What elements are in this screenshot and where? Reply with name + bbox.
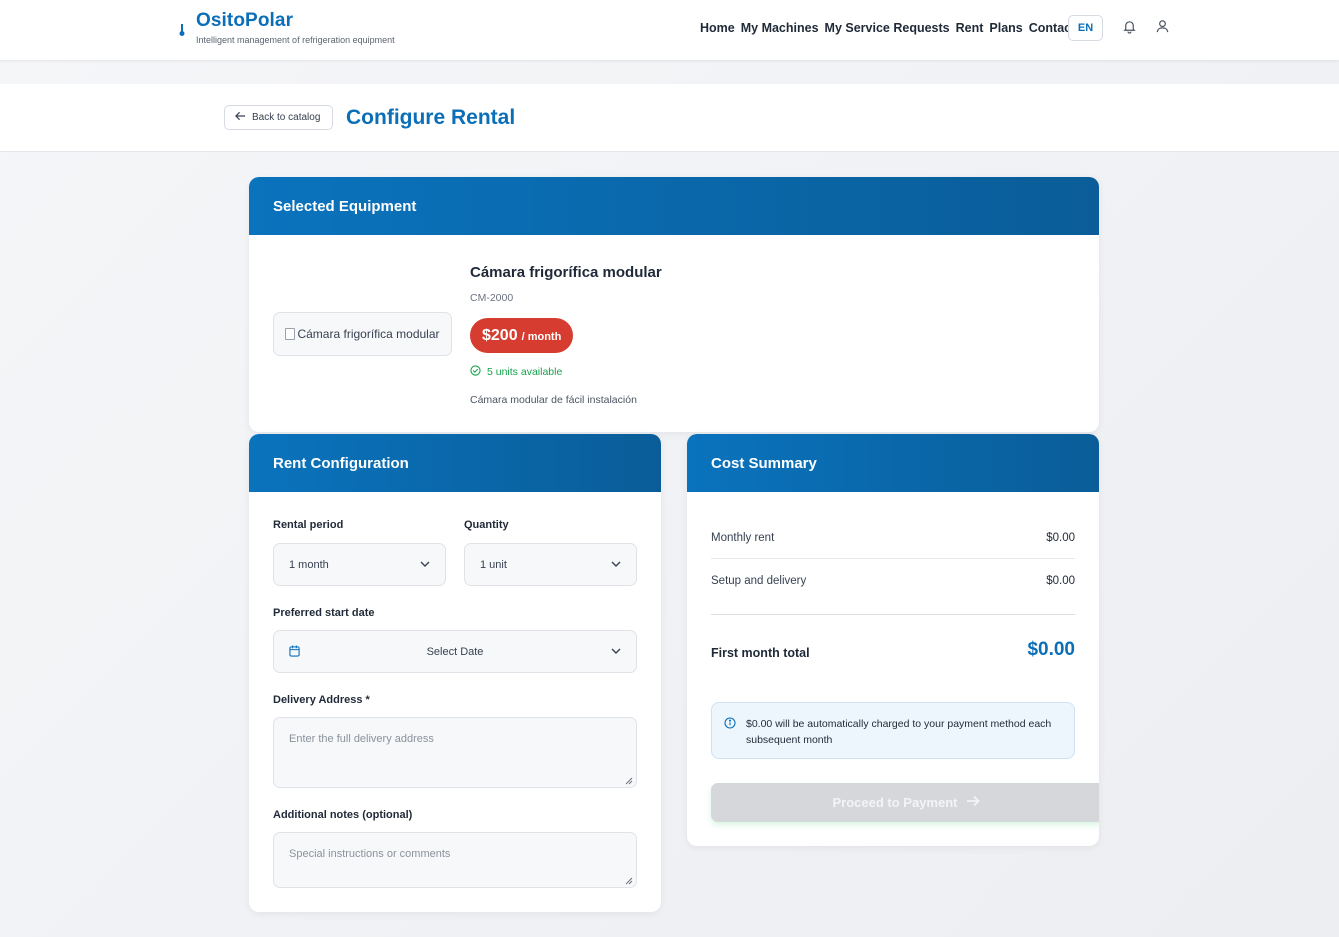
quantity-label: Quantity xyxy=(464,519,509,531)
thermometer-icon xyxy=(178,23,186,39)
total-value: $0.00 xyxy=(1027,639,1075,660)
nav-my-machines[interactable]: My Machines xyxy=(741,21,819,35)
selected-equipment-card: Selected Equipment Cámara frigorífica mo… xyxy=(249,177,1099,432)
broken-image-icon xyxy=(285,328,296,340)
nav-my-service-requests[interactable]: My Service Requests xyxy=(825,21,950,35)
cost-summary-title: Cost Summary xyxy=(687,434,1099,492)
start-date-picker[interactable]: Select Date xyxy=(273,630,637,673)
cost-summary-card: Cost Summary Monthly rent $0.00 Setup an… xyxy=(687,434,1099,846)
resize-handle-icon[interactable] xyxy=(625,876,633,885)
rent-configuration-title: Rent Configuration xyxy=(249,434,661,492)
chevron-down-icon xyxy=(419,558,431,570)
page-title: Configure Rental xyxy=(346,106,516,129)
resize-handle-icon[interactable] xyxy=(625,776,633,785)
rental-period-label: Rental period xyxy=(273,519,344,531)
check-circle-icon xyxy=(470,365,481,379)
monthly-rent-value: $0.00 xyxy=(1046,531,1075,544)
price-unit: / month xyxy=(521,331,562,343)
quantity-value: 1 unit xyxy=(480,558,507,571)
start-date-label: Preferred start date xyxy=(273,607,375,619)
main-nav: Home My Machines My Service Requests Ren… xyxy=(700,21,1075,35)
price-badge: $200 / month xyxy=(470,318,574,353)
bell-icon[interactable] xyxy=(1122,19,1138,35)
brand-name: OsitoPolar xyxy=(196,10,294,31)
proceed-to-payment-label: Proceed to Payment xyxy=(832,795,958,810)
monthly-rent-label: Monthly rent xyxy=(711,531,775,544)
page-header: Back to catalog Configure Rental xyxy=(0,84,1339,152)
notes-label: Additional notes (optional) xyxy=(273,809,413,821)
brand-tagline: Intelligent management of refrigeration … xyxy=(196,35,395,45)
monthly-rent-row: Monthly rent $0.00 xyxy=(711,516,1075,559)
rental-period-select[interactable]: 1 month xyxy=(273,543,446,586)
top-navbar: OsitoPolar Intelligent management of ref… xyxy=(0,0,1339,60)
equipment-name: Cámara frigorífica modular xyxy=(470,264,662,281)
equipment-image: Cámara frigorífica modular xyxy=(273,312,452,356)
rental-period-value: 1 month xyxy=(289,558,329,571)
divider xyxy=(711,614,1075,615)
chevron-down-icon xyxy=(610,645,622,657)
nav-rent[interactable]: Rent xyxy=(956,21,984,35)
billing-info-text: $0.00 will be automatically charged to y… xyxy=(746,718,1052,746)
brand[interactable]: OsitoPolar Intelligent management of ref… xyxy=(178,10,395,45)
back-label: Back to catalog xyxy=(252,112,321,123)
billing-info-box: $0.00 will be automatically charged to y… xyxy=(711,702,1075,759)
nav-plans[interactable]: Plans xyxy=(989,21,1022,35)
rent-configuration-card: Rent Configuration Rental period 1 month… xyxy=(249,434,661,912)
setup-delivery-label: Setup and delivery xyxy=(711,574,807,587)
user-icon[interactable] xyxy=(1155,19,1171,35)
notes-input[interactable]: Special instructions or comments xyxy=(273,832,637,888)
language-button[interactable]: EN xyxy=(1068,15,1103,41)
selected-equipment-title: Selected Equipment xyxy=(249,177,1099,235)
setup-delivery-row: Setup and delivery $0.00 xyxy=(711,559,1075,602)
equipment-code: CM-2000 xyxy=(470,292,514,304)
nav-home[interactable]: Home xyxy=(700,21,735,35)
equipment-image-alt: Cámara frigorífica modular xyxy=(297,327,440,341)
price-amount: $200 xyxy=(482,327,518,344)
total-label: First month total xyxy=(711,646,810,660)
info-icon xyxy=(724,717,737,730)
arrow-left-icon xyxy=(235,111,246,124)
calendar-icon xyxy=(289,645,300,660)
delivery-address-input[interactable]: Enter the full delivery address xyxy=(273,717,637,788)
delivery-address-label: Delivery Address * xyxy=(273,694,370,706)
start-date-value: Select Date xyxy=(426,645,484,658)
delivery-address-placeholder: Enter the full delivery address xyxy=(289,733,434,745)
arrow-right-icon xyxy=(966,795,980,810)
notes-placeholder: Special instructions or comments xyxy=(289,848,451,860)
chevron-down-icon xyxy=(610,558,622,570)
setup-delivery-value: $0.00 xyxy=(1046,574,1075,587)
equipment-description: Cámara modular de fácil instalación xyxy=(470,394,637,406)
proceed-to-payment-button[interactable]: Proceed to Payment xyxy=(711,783,1099,822)
back-to-catalog-button[interactable]: Back to catalog xyxy=(224,105,334,130)
availability: 5 units available xyxy=(470,365,562,379)
quantity-select[interactable]: 1 unit xyxy=(464,543,637,586)
availability-text: 5 units available xyxy=(487,366,563,378)
